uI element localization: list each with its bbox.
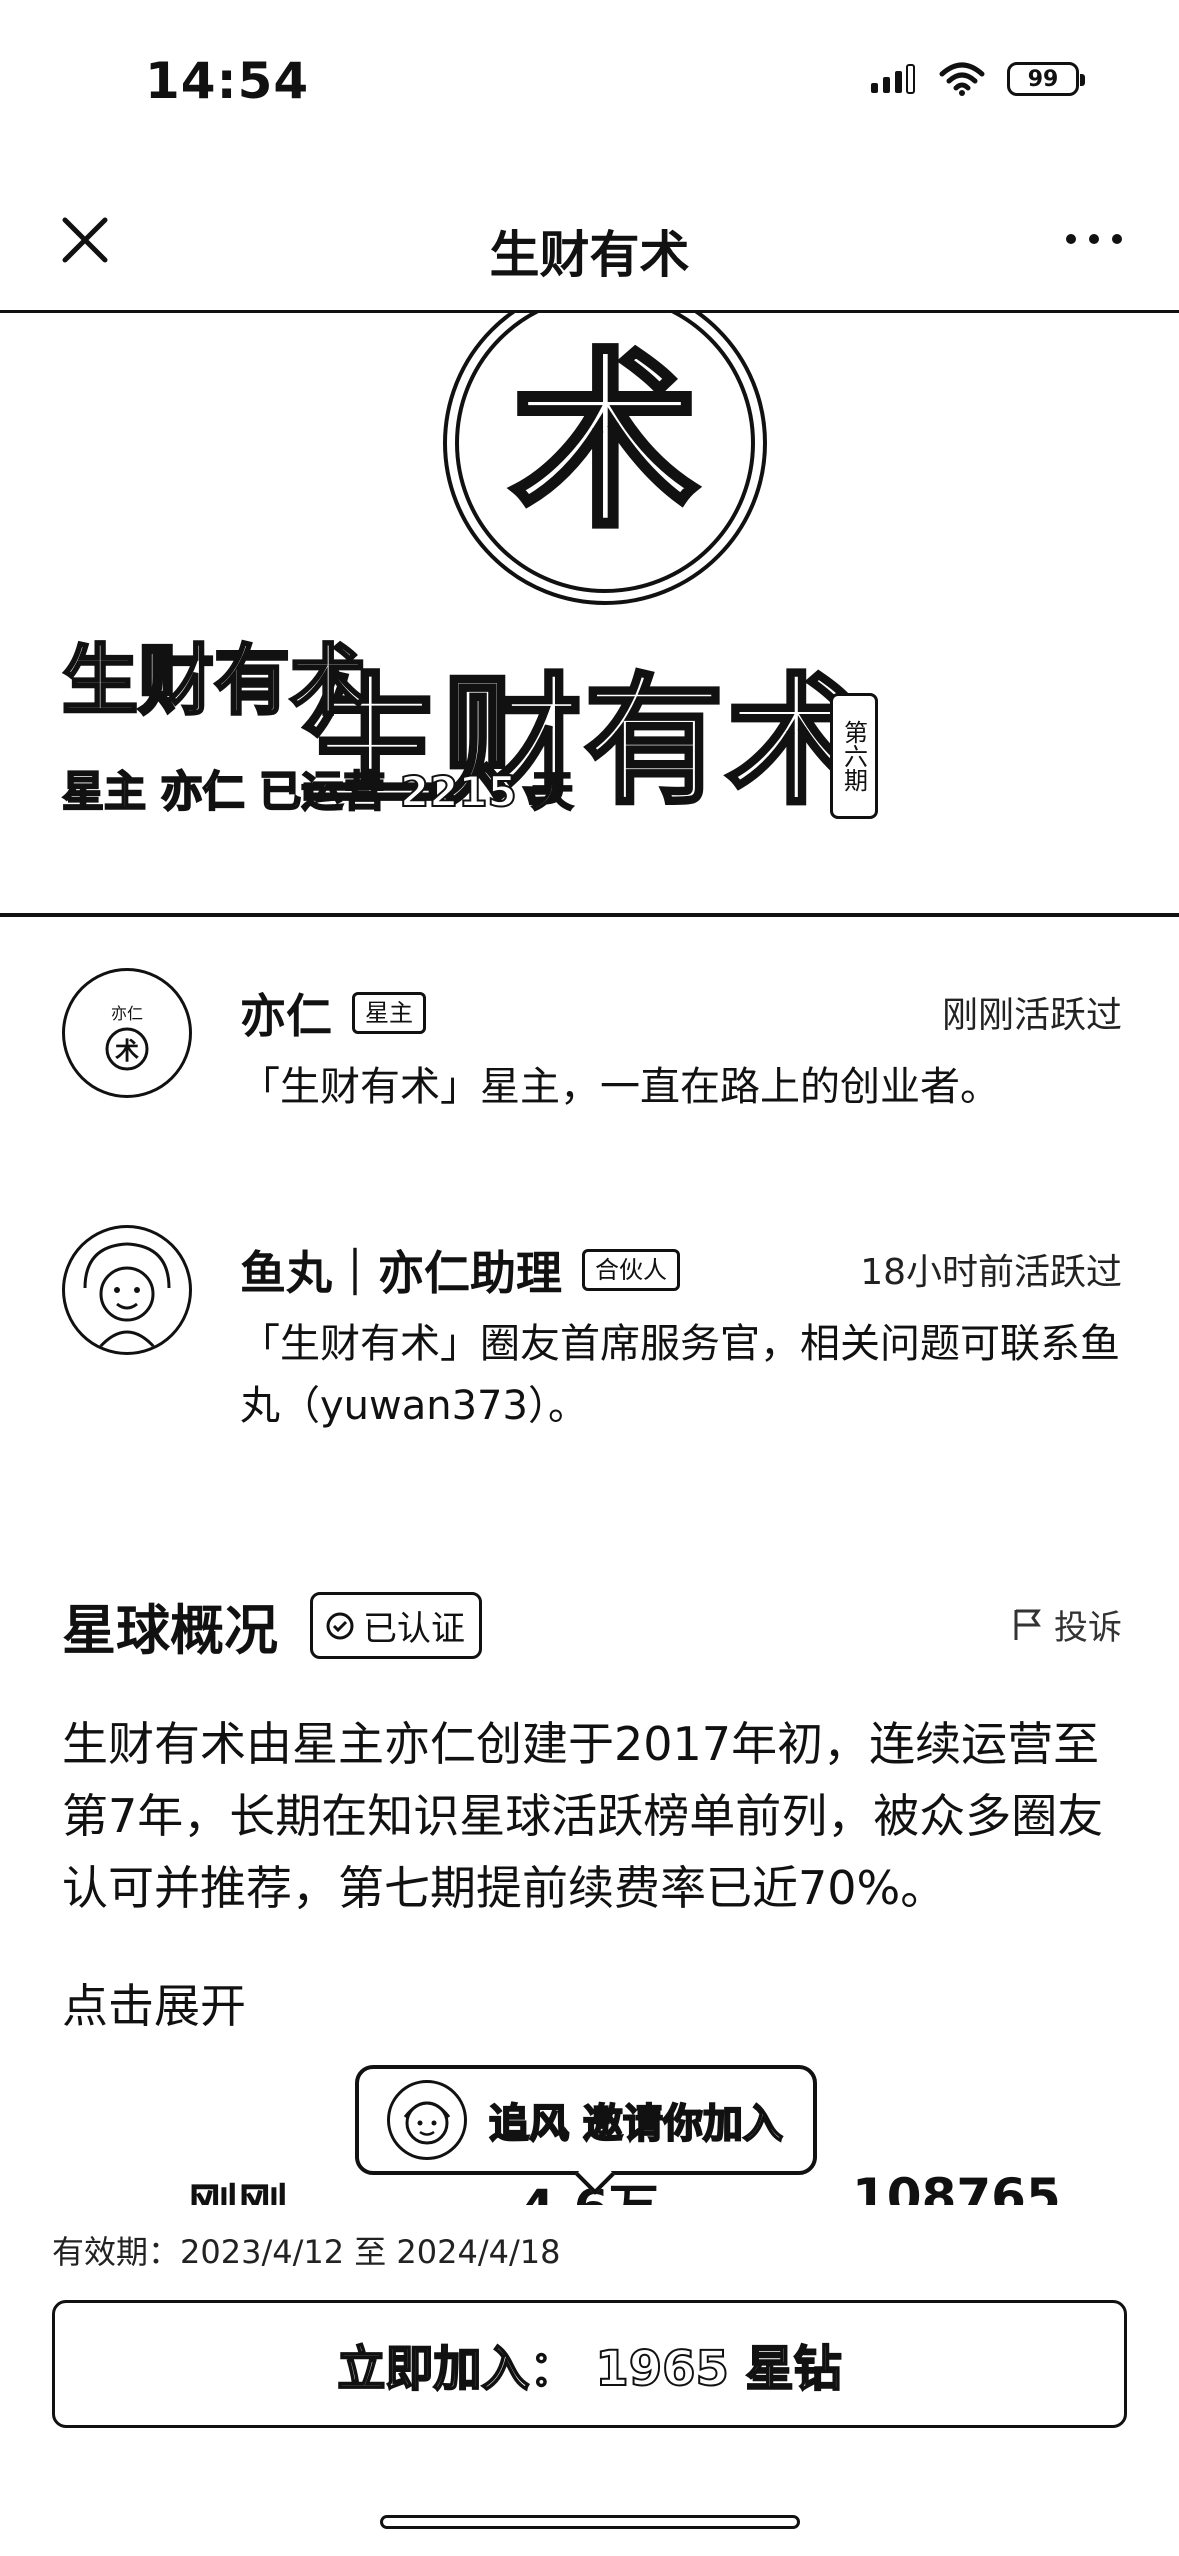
svg-text:术: 术 xyxy=(115,1037,139,1065)
member-name-text: 鱼丸｜亦仁助理 xyxy=(240,1246,562,1300)
verified-label: 已认证 xyxy=(363,1609,465,1649)
inviter-avatar xyxy=(387,2080,467,2160)
page-title: 生财有术 xyxy=(489,226,690,284)
svg-text:亦仁: 亦仁 xyxy=(111,1004,143,1023)
member-name[interactable]: 亦仁 星主 xyxy=(240,980,426,1046)
status-bar: 14:54 99 xyxy=(0,0,1179,170)
member-description: 「生财有术」圈友首席服务官，相关问题可联系鱼丸（yuwan373）。 xyxy=(240,1321,1120,1429)
avatar[interactable] xyxy=(62,1225,192,1355)
avatar-logo-icon: 亦仁 术 xyxy=(105,1004,149,1071)
home-indicator[interactable] xyxy=(380,2515,800,2529)
overview-header: 星球概况 已认证 投诉 xyxy=(62,1580,1122,1662)
cover-meta: 星主 亦仁 已运营 2215 天 xyxy=(61,767,574,816)
verified-badge[interactable]: 已认证 xyxy=(310,1592,482,1659)
more-icon[interactable] xyxy=(1059,214,1129,264)
logo-icon: 术 xyxy=(443,313,767,605)
join-label: 立即加入： xyxy=(336,2340,578,2398)
expand-link[interactable]: 点击展开 xyxy=(62,1970,246,2036)
role-badge: 星主 xyxy=(352,992,426,1034)
flag-icon xyxy=(1014,1609,1041,1640)
section-title: 星球概况 xyxy=(62,1599,278,1662)
last-active: 刚刚活跃过 xyxy=(941,995,1122,1036)
stat-posts: 108765 xyxy=(852,2168,1061,2210)
nav-bar: 生财有术 xyxy=(0,170,1179,313)
avatar[interactable]: 亦仁 术 xyxy=(62,968,192,1098)
member-name-text: 亦仁 xyxy=(240,989,332,1043)
battery-level: 99 xyxy=(1027,66,1059,92)
stat-updated: 刚刚 xyxy=(188,2179,288,2210)
member-name[interactable]: 鱼丸｜亦仁助理 合伙人 xyxy=(240,1237,680,1303)
battery-indicator: 99 xyxy=(1007,62,1085,96)
member-row[interactable]: 亦仁 术 亦仁 星主 刚刚活跃过 「生财有术」星主，一直在路上的创业者。 xyxy=(62,968,1122,1158)
wifi-icon xyxy=(939,62,985,96)
cover-group-name: 生财有术 xyxy=(61,636,368,725)
avatar-cartoon-icon xyxy=(83,1242,171,1349)
role-badge: 合伙人 xyxy=(582,1249,680,1291)
join-button[interactable]: 立即加入： 1965 星钻 xyxy=(52,2300,1127,2428)
cover-banner: 术 生财有术 第六期 生财有术 星主 亦仁 已运营 2215 天 xyxy=(0,313,1179,917)
bottom-panel: 有效期：2023/4/12 至 2024/4/18 立即加入： 1965 星钻 xyxy=(0,2205,1179,2556)
cover-issue-label: 第六期 xyxy=(830,693,878,819)
last-active: 18小时前活跃过 xyxy=(860,1252,1122,1293)
join-price: 1965 星钻 xyxy=(594,2340,842,2398)
invite-text: 追风 邀请你加入 xyxy=(488,2100,784,2148)
status-icons: 99 xyxy=(869,62,1085,96)
inviter-avatar-icon xyxy=(403,2101,451,2145)
report-label: 投诉 xyxy=(1054,1608,1122,1648)
overview-description: 生财有术由星主亦仁创建于2017年初，连续运营至第7年，长期在知识星球活跃榜单前… xyxy=(62,1717,1104,1915)
logo-glyph: 术 xyxy=(510,332,700,553)
report-button[interactable]: 投诉 xyxy=(1012,1600,1122,1649)
invite-toast: 追风 邀请你加入 xyxy=(355,2065,817,2175)
member-description: 「生财有术」星主，一直在路上的创业者。 xyxy=(240,1064,1000,1110)
status-time: 14:54 xyxy=(145,52,310,110)
validity-period: 有效期：2023/4/12 至 2024/4/18 xyxy=(52,2233,561,2271)
cellular-signal-icon xyxy=(871,64,915,94)
member-row[interactable]: 鱼丸｜亦仁助理 合伙人 18小时前活跃过 「生财有术」圈友首席服务官，相关问题可… xyxy=(62,1225,1122,1465)
verified-icon xyxy=(326,1612,354,1639)
